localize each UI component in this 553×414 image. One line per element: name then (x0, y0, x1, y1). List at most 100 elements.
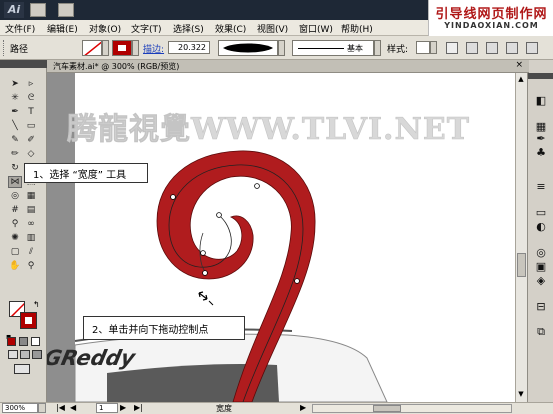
control-menu-icon[interactable] (526, 42, 538, 54)
rectangle-tool-icon[interactable]: ▭ (24, 120, 38, 132)
gradient-panel-icon[interactable]: ▭ (532, 205, 550, 219)
transparency-panel-icon[interactable]: ◐ (532, 219, 550, 233)
close-document-icon[interactable]: × (515, 60, 523, 70)
color-panel-icon[interactable]: ◧ (532, 93, 550, 107)
scroll-up-icon[interactable]: ▲ (516, 75, 526, 85)
pen-tool-icon[interactable]: ✒ (8, 106, 22, 118)
menu-effect[interactable]: 效果(C) (215, 22, 246, 35)
status-menu-icon[interactable]: ▶ (300, 403, 306, 412)
style-dropdown-arrow[interactable] (430, 41, 437, 54)
lasso-tool-icon[interactable]: ᘓ (24, 92, 38, 104)
isolate-icon[interactable] (506, 42, 518, 54)
none-mode-button[interactable] (31, 337, 40, 346)
gradient-tool-icon[interactable]: ▤ (24, 204, 38, 216)
eraser-tool-icon[interactable]: ◇ (24, 148, 38, 160)
perspective-grid-tool-icon[interactable]: ▦ (24, 190, 38, 202)
brush-profile-label: 基本 (347, 44, 363, 53)
menu-file[interactable]: 文件(F) (5, 22, 35, 35)
stroke-panel-link[interactable]: 描边: (143, 42, 164, 55)
current-tool-name: 宽度 (216, 404, 232, 413)
scroll-down-icon[interactable]: ▼ (516, 390, 526, 400)
width-handle-point[interactable] (202, 270, 208, 276)
menu-help[interactable]: 帮助(H) (341, 22, 373, 35)
document-tab[interactable]: 汽车素材.ai* @ 300% (RGB/预览) × (47, 60, 529, 73)
menu-view[interactable]: 视图(V) (257, 22, 288, 35)
rotate-tool-icon[interactable]: ↻ (8, 162, 22, 174)
arrange-documents-button[interactable] (58, 3, 74, 17)
width-tool-icon[interactable]: ⋈ (8, 176, 22, 188)
vertical-scrollbar[interactable]: ▲ ▼ (515, 73, 527, 402)
pencil-tool-icon[interactable]: ✐ (24, 134, 38, 146)
menu-select[interactable]: 选择(S) (173, 22, 204, 35)
anchor-point[interactable] (216, 212, 222, 218)
menu-edit[interactable]: 编辑(E) (47, 22, 78, 35)
last-artboard-icon[interactable]: ▶| (134, 403, 143, 412)
anchor-point[interactable] (294, 278, 300, 284)
appearance-panel-icon[interactable]: ◎ (532, 245, 550, 259)
layers-panel-icon[interactable]: ◈ (532, 273, 550, 287)
draw-normal-icon[interactable] (8, 350, 18, 359)
anchor-point[interactable] (200, 250, 206, 256)
zoom-dropdown-arrow[interactable] (38, 403, 46, 413)
draw-behind-icon[interactable] (20, 350, 30, 359)
gradient-mode-button[interactable] (19, 337, 28, 346)
stroke-indicator[interactable] (20, 312, 37, 329)
blob-brush-tool-icon[interactable]: ✏ (8, 148, 22, 160)
horizontal-scroll-thumb[interactable] (373, 405, 401, 412)
fill-swatch[interactable] (82, 40, 102, 56)
horizontal-scrollbar[interactable] (312, 404, 512, 413)
hand-tool-icon[interactable]: ✋ (8, 260, 22, 272)
slice-tool-icon[interactable]: ⫽ (24, 246, 38, 258)
line-tool-icon[interactable]: ╲ (8, 120, 22, 132)
symbols-panel-icon[interactable]: ♣ (532, 145, 550, 159)
scroll-thumb[interactable] (517, 253, 526, 277)
pathfinder-panel-icon[interactable]: ⧉ (532, 325, 550, 339)
color-mode-button[interactable] (7, 337, 16, 346)
zoom-tool-icon[interactable]: ⚲ (24, 260, 38, 272)
stroke-panel-icon[interactable]: ≡ (532, 179, 550, 193)
selection-tool-icon[interactable]: ➤ (8, 78, 22, 90)
magic-wand-tool-icon[interactable]: ✳ (8, 92, 22, 104)
stroke-dropdown-arrow[interactable] (132, 40, 139, 56)
graphic-styles-panel-icon[interactable]: ▣ (532, 259, 550, 273)
eyedropper-tool-icon[interactable]: ⚲ (8, 218, 22, 230)
draw-inside-icon[interactable] (32, 350, 42, 359)
callout-step-1-label: 1、选择 “宽度” 工具 (33, 169, 127, 181)
stroke-weight-field[interactable]: 20.322 (168, 41, 210, 54)
type-tool-icon[interactable]: T (24, 106, 38, 118)
align-panel-icon[interactable]: ⊟ (532, 299, 550, 313)
anchor-point[interactable] (170, 194, 176, 200)
fill-dropdown-arrow[interactable] (102, 40, 109, 56)
swap-fill-stroke-icon[interactable]: ↰ (33, 300, 40, 309)
stroke-swatch[interactable] (112, 40, 132, 56)
screen-mode-button[interactable] (14, 364, 30, 374)
brush-dropdown-arrow[interactable] (374, 40, 381, 56)
blend-tool-icon[interactable]: ∞ (24, 218, 38, 230)
artboard-tool-icon[interactable]: ▢ (8, 246, 22, 258)
mesh-tool-icon[interactable]: # (8, 204, 22, 216)
brushes-panel-icon[interactable]: ✒ (532, 131, 550, 145)
graphic-style-swatch[interactable] (416, 41, 430, 54)
next-artboard-icon[interactable]: ▶ (120, 403, 126, 412)
align-icon[interactable] (466, 42, 478, 54)
symbol-sprayer-tool-icon[interactable]: ✺ (8, 232, 22, 244)
opacity-icon[interactable] (446, 42, 458, 54)
zoom-field[interactable]: 300% (2, 403, 38, 413)
paintbrush-tool-icon[interactable]: ✎ (8, 134, 22, 146)
anchor-point[interactable] (254, 183, 260, 189)
shape-builder-tool-icon[interactable]: ◎ (8, 190, 22, 202)
artboard-canvas[interactable]: 腾龍視覺WWW.TLVI.NET GReddy (47, 73, 515, 402)
first-artboard-icon[interactable]: |◀ (56, 403, 65, 412)
menu-window[interactable]: 窗口(W) (299, 22, 333, 35)
variable-width-profile[interactable] (218, 40, 278, 56)
artboard-number-field[interactable]: 1 (96, 403, 118, 413)
brush-definition[interactable]: 基本 (292, 40, 374, 56)
bridge-button[interactable] (30, 3, 46, 17)
menu-object[interactable]: 对象(O) (89, 22, 121, 35)
column-graph-tool-icon[interactable]: ▥ (24, 232, 38, 244)
menu-type[interactable]: 文字(T) (131, 22, 162, 35)
transform-icon[interactable] (486, 42, 498, 54)
prev-artboard-icon[interactable]: ◀ (70, 403, 76, 412)
profile-dropdown-arrow[interactable] (278, 40, 285, 56)
direct-selection-tool-icon[interactable]: ▹ (24, 78, 38, 90)
